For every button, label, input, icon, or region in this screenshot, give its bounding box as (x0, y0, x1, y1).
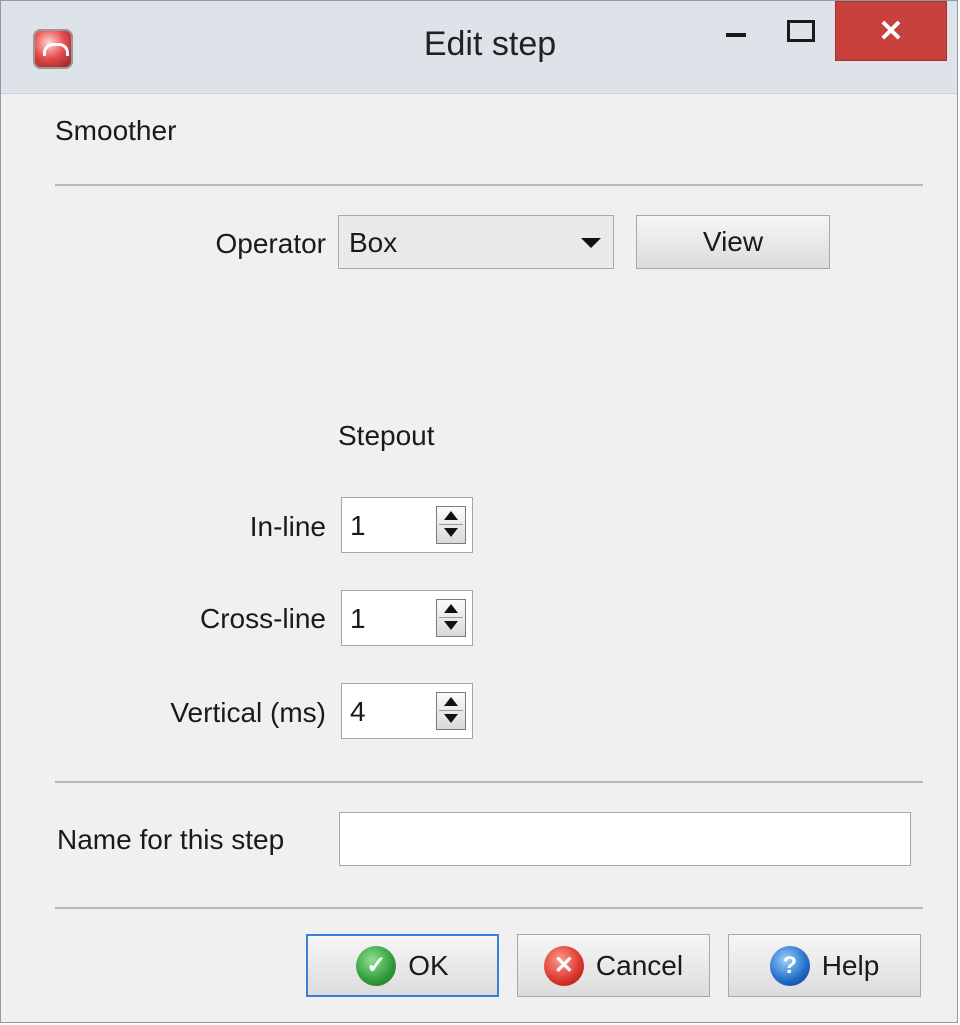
dialog-content: Smoother Operator Box View Stepout In-li… (1, 93, 957, 1023)
operator-label: Operator (215, 228, 327, 259)
view-button[interactable]: View (636, 215, 830, 269)
inline-label: In-line (249, 511, 326, 542)
arrow-down-icon[interactable] (444, 621, 458, 630)
step-name-input[interactable] (339, 812, 911, 866)
ok-button[interactable]: ✓ OK (306, 934, 499, 997)
crossline-stepper-buttons[interactable] (436, 599, 466, 637)
separator-top (55, 184, 923, 186)
close-button[interactable]: ✕ (835, 1, 947, 61)
inline-stepper-buttons[interactable] (436, 506, 466, 544)
section-title: Smoother (55, 115, 177, 146)
vertical-stepper-buttons[interactable] (436, 692, 466, 730)
title-bar[interactable]: Edit step ✕ (1, 1, 957, 94)
separator-middle (55, 781, 923, 783)
separator-bottom (55, 907, 923, 909)
stepout-title: Stepout (338, 420, 435, 451)
operator-selected-value: Box (349, 227, 398, 258)
cancel-button[interactable]: ✕ Cancel (517, 934, 710, 997)
help-icon: ? (769, 945, 810, 986)
arrow-down-icon[interactable] (444, 528, 458, 537)
checkmark-icon: ✓ (356, 945, 397, 986)
arrow-up-icon[interactable] (444, 697, 458, 706)
maximize-button[interactable] (771, 1, 831, 61)
inline-spinner[interactable]: 1 (341, 497, 473, 553)
ok-button-label: OK (408, 949, 449, 981)
help-button[interactable]: ? Help (728, 934, 921, 997)
inline-value[interactable]: 1 (350, 510, 366, 542)
arrow-down-icon[interactable] (444, 714, 458, 723)
operator-select[interactable]: Box (338, 215, 614, 269)
minimize-button[interactable] (706, 1, 766, 61)
vertical-spinner[interactable]: 4 (341, 683, 473, 739)
cancel-icon: ✕ (543, 945, 584, 986)
step-name-label: Name for this step (57, 824, 285, 855)
minimize-icon (726, 33, 746, 37)
cancel-button-label: Cancel (595, 949, 684, 981)
arrow-up-icon[interactable] (444, 511, 458, 520)
crossline-spinner[interactable]: 1 (341, 590, 473, 646)
vertical-value[interactable]: 4 (350, 696, 366, 728)
vertical-label: Vertical (ms) (170, 697, 326, 728)
edit-step-window: Edit step ✕ Smoother Operator Box View S… (0, 0, 958, 1023)
crossline-value[interactable]: 1 (350, 603, 366, 635)
chevron-down-icon (581, 238, 601, 248)
arrow-up-icon[interactable] (444, 604, 458, 613)
help-button-label: Help (821, 949, 880, 981)
crossline-label: Cross-line (199, 603, 326, 634)
maximize-icon (787, 20, 815, 42)
close-icon: ✕ (878, 14, 904, 48)
